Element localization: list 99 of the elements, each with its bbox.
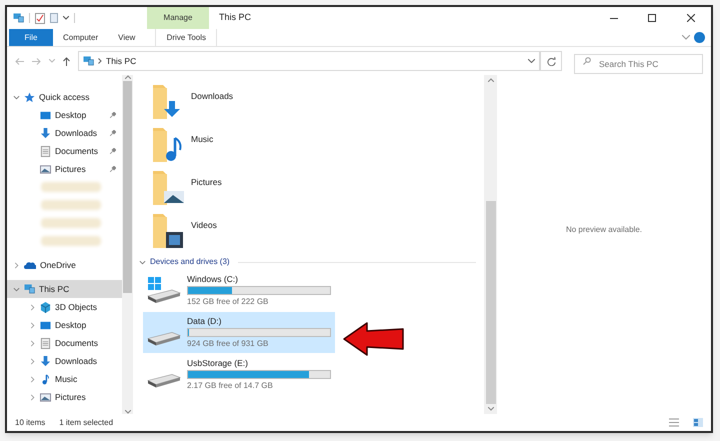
up-arrow-icon[interactable]: [63, 56, 70, 66]
sidebar-item[interactable]: This PC: [7, 280, 122, 298]
folder-name[interactable]: Music: [191, 133, 214, 146]
ribbon-tab[interactable]: View: [108, 29, 146, 46]
sidebar-item[interactable]: Downloads: [55, 354, 98, 368]
expand-chevron[interactable]: [29, 322, 36, 328]
document-icon: [40, 146, 51, 156]
dropdown-caret-icon[interactable]: [528, 59, 535, 63]
star-icon: [24, 92, 35, 102]
forward-arrow-icon[interactable]: [32, 58, 41, 64]
ribbon-tab[interactable]: Drive Tools: [155, 29, 218, 46]
desktop-icon: [40, 320, 51, 330]
drive-name: UsbStorage (E:): [187, 358, 249, 369]
scrollbar[interactable]: [484, 75, 497, 414]
window-title: This PC: [219, 11, 252, 24]
expand-chevron[interactable]: [13, 94, 20, 100]
item-count: 10 items: [15, 416, 46, 428]
refresh-icon: [546, 56, 556, 66]
expand-ribbon-chevron[interactable]: [682, 35, 690, 40]
ribbon-tab[interactable]: Computer: [53, 29, 108, 46]
scroll-down-icon[interactable]: [124, 410, 130, 414]
drive-name: Data (D:): [187, 316, 222, 327]
scrollbar[interactable]: [122, 75, 133, 414]
scrollbar-thumb[interactable]: [123, 81, 132, 293]
details-view-icon[interactable]: [669, 418, 679, 427]
picture-icon: [40, 164, 51, 174]
download-arrow-icon: [40, 128, 51, 138]
drive-name: Windows (C:): [187, 274, 240, 285]
address-path: This PC: [106, 54, 136, 68]
picture-icon: [40, 392, 51, 402]
search-icon: [583, 57, 591, 65]
back-arrow-icon[interactable]: [15, 58, 24, 64]
cloud-icon: [24, 261, 36, 269]
expand-chevron[interactable]: [29, 358, 36, 364]
sidebar-item[interactable]: OneDrive: [7, 256, 122, 274]
expand-chevron[interactable]: [29, 394, 36, 400]
sidebar-item-label: Quick access: [39, 90, 90, 104]
sidebar-item-label: This PC: [39, 282, 70, 296]
sidebar-item[interactable]: 3D Objects: [55, 300, 98, 314]
computer-icon: [83, 56, 94, 66]
sidebar-item[interactable]: Documents: [55, 144, 98, 158]
drive-free-space: 924 GB free of 931 GB: [187, 338, 270, 349]
tiles-view-icon[interactable]: [693, 418, 703, 427]
refresh-button[interactable]: [540, 51, 562, 71]
expand-chevron[interactable]: [13, 262, 20, 268]
drive-icon: [147, 374, 181, 388]
blurred-folder-item: [41, 236, 101, 246]
desktop-icon: [40, 110, 51, 120]
cube-icon: [40, 302, 51, 312]
sidebar-item[interactable]: Documents: [55, 336, 98, 350]
folder-name[interactable]: Pictures: [191, 176, 222, 189]
blurred-folder-item: [41, 218, 101, 228]
group-header[interactable]: Devices and drives (3): [139, 255, 484, 269]
scroll-up-icon[interactable]: [124, 75, 130, 79]
expand-chevron[interactable]: [29, 340, 36, 346]
preview-message: No preview available.: [566, 224, 642, 236]
expand-chevron[interactable]: [13, 286, 20, 292]
folder-name[interactable]: Downloads: [191, 90, 234, 103]
sidebar-item[interactable]: Desktop: [55, 318, 86, 332]
sidebar-item[interactable]: Quick access: [7, 88, 122, 106]
folder-name[interactable]: Videos: [191, 219, 217, 232]
group-header-label: Devices and drives (3): [150, 256, 230, 268]
drive-free-space: 152 GB free of 222 GB: [187, 296, 270, 307]
expand-chevron[interactable]: [29, 304, 36, 310]
drive-tile[interactable]: UsbStorage (E:) 2.17 GB free of 14.7 GB: [143, 354, 335, 395]
expand-chevron[interactable]: [29, 376, 36, 382]
recent-caret-icon[interactable]: [49, 59, 55, 63]
help-icon[interactable]: [694, 32, 705, 43]
document-icon: [40, 338, 51, 348]
search-field[interactable]: Search This PC: [574, 54, 703, 74]
computer-icon: [13, 13, 24, 23]
drive-tile[interactable]: Windows (C:) 152 GB free of 222 GB: [143, 270, 335, 311]
sidebar-item-label: OneDrive: [40, 258, 76, 272]
sidebar-item[interactable]: Downloads: [55, 126, 98, 140]
computer-icon: [24, 284, 35, 294]
blurred-folder-item: [41, 182, 101, 192]
sidebar-item[interactable]: Pictures: [55, 390, 86, 404]
close-icon: [687, 14, 695, 22]
music-note-icon: [40, 374, 51, 384]
drive-icon: [147, 332, 181, 346]
download-arrow-icon: [40, 356, 51, 366]
pointer-arrow: [343, 322, 405, 356]
collapse-chevron[interactable]: [139, 258, 146, 266]
windows-drive-icon: [147, 277, 181, 304]
ribbon-tab[interactable]: File: [9, 29, 53, 46]
drive-free-space: 2.17 GB free of 14.7 GB: [187, 380, 274, 391]
scroll-up-icon[interactable]: [488, 78, 494, 82]
context-tab-header: Manage: [147, 7, 209, 29]
drive-tile[interactable]: Data (D:) 924 GB free of 931 GB: [143, 312, 335, 353]
dropdown-caret-icon[interactable]: [63, 16, 69, 20]
selection-count: 1 item selected: [59, 416, 114, 428]
sidebar-item[interactable]: Pictures: [55, 162, 86, 176]
sidebar-item[interactable]: Desktop: [55, 108, 86, 122]
sidebar-item[interactable]: Music: [55, 372, 78, 386]
scroll-down-icon[interactable]: [488, 407, 494, 411]
blurred-folder-item: [41, 200, 101, 210]
scrollbar-thumb[interactable]: [486, 201, 496, 404]
breadcrumb-chevron-icon: [98, 58, 102, 64]
address-field[interactable]: This PC: [78, 51, 540, 71]
